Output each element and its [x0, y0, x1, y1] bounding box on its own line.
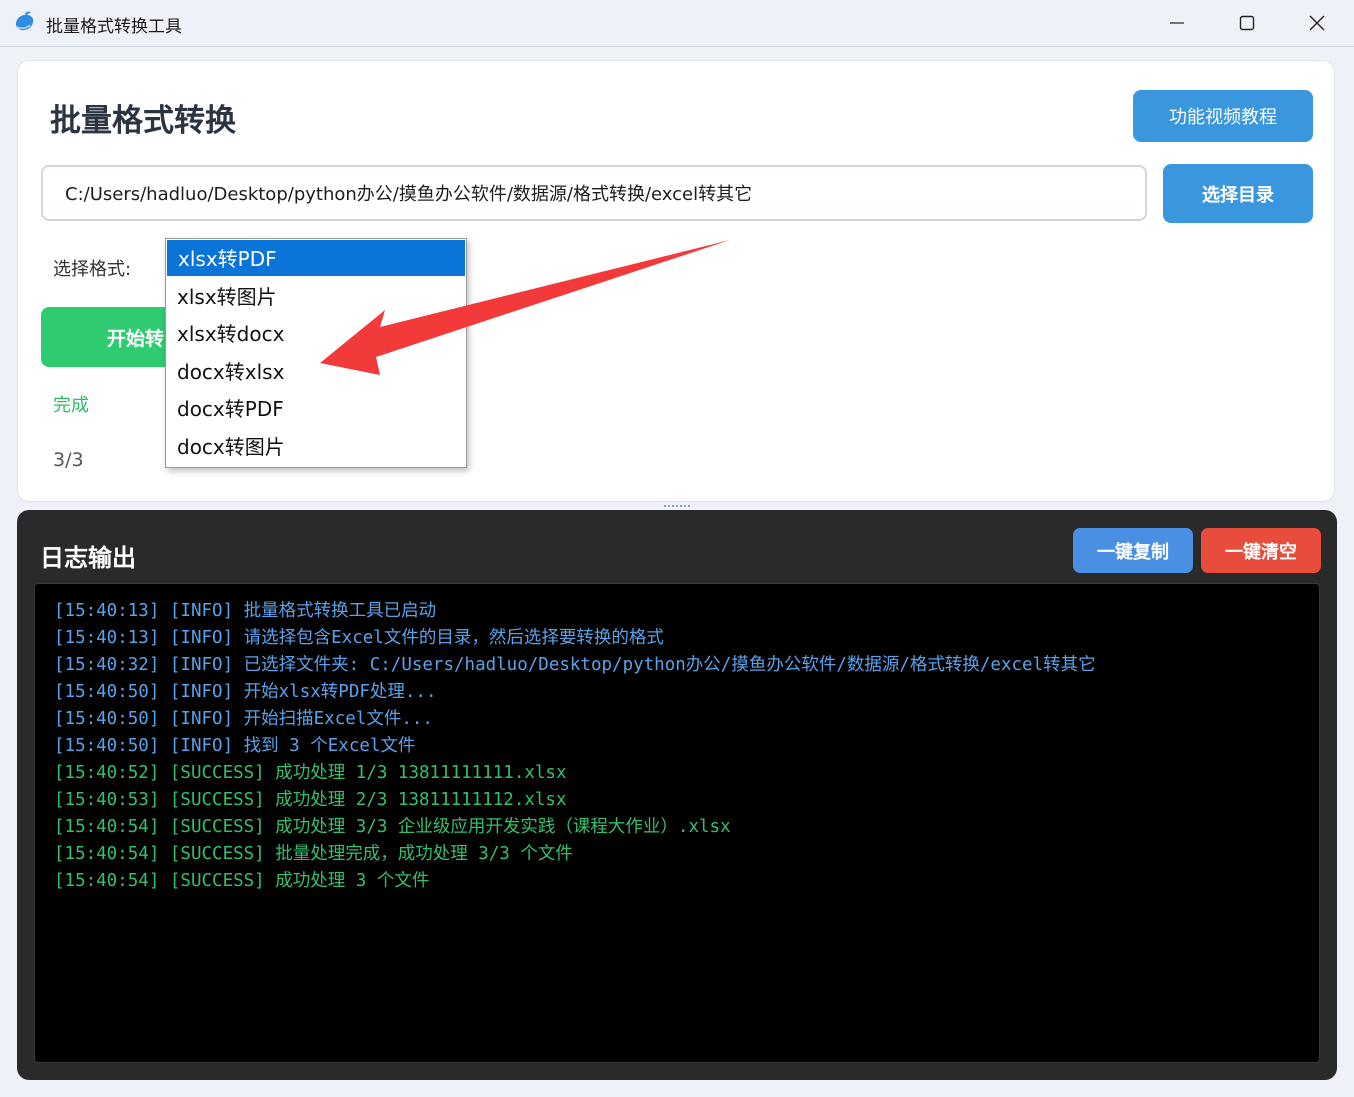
maximize-button[interactable] [1212, 0, 1282, 46]
log-line: [15:40:32] [INFO] 已选择文件夹: C:/Users/hadlu… [54, 655, 1096, 675]
log-line: [15:40:54] [SUCCESS] 成功处理 3 个文件 [54, 871, 430, 891]
minimize-button[interactable] [1142, 0, 1212, 46]
minimize-icon [1170, 22, 1184, 24]
log-line: [15:40:50] [INFO] 开始扫描Excel文件... [54, 709, 433, 729]
log-line: [15:40:52] [SUCCESS] 成功处理 1/3 1381111111… [54, 763, 567, 783]
format-option[interactable]: docx转图片 [166, 427, 466, 465]
video-tutorial-button[interactable]: 功能视频教程 [1133, 90, 1313, 142]
log-line: [15:40:54] [SUCCESS] 成功处理 3/3 企业级应用开发实践（… [54, 817, 731, 837]
directory-path-input[interactable]: C:/Users/hadluo/Desktop/python办公/摸鱼办公软件/… [41, 165, 1147, 221]
status-text: 完成 [53, 395, 89, 416]
directory-path-value: C:/Users/hadluo/Desktop/python办公/摸鱼办公软件/… [65, 184, 753, 205]
copy-log-button[interactable]: 一键复制 [1073, 528, 1193, 573]
format-option[interactable]: docx转xlsx [166, 352, 466, 390]
select-directory-button[interactable]: 选择目录 [1163, 164, 1313, 223]
log-line: [15:40:50] [INFO] 开始xlsx转PDF处理... [54, 682, 437, 702]
close-button[interactable] [1282, 0, 1352, 46]
log-output[interactable]: [15:40:13] [INFO] 批量格式转换工具已启动 [15:40:13]… [34, 583, 1320, 1063]
app-icon [16, 11, 34, 31]
page-title: 批量格式转换 [50, 103, 236, 139]
format-option[interactable]: xlsx转PDF [167, 240, 465, 276]
log-line: [15:40:54] [SUCCESS] 批量处理完成，成功处理 3/3 个文件 [54, 844, 573, 864]
format-label: 选择格式: [53, 259, 132, 280]
progress-count: 3/3 [53, 449, 84, 471]
maximize-icon [1239, 15, 1255, 31]
start-convert-label: 开始转 [107, 327, 165, 350]
window-title: 批量格式转换工具 [46, 17, 182, 37]
log-line: [15:40:13] [INFO] 批量格式转换工具已启动 [54, 601, 437, 621]
format-option[interactable]: docx转PDF [166, 389, 466, 427]
format-dropdown-list[interactable]: xlsx转PDF xlsx转图片 xlsx转docx docx转xlsx doc… [165, 238, 467, 468]
title-bar: 批量格式转换工具 [0, 0, 1354, 47]
format-option[interactable]: xlsx转图片 [166, 277, 466, 315]
format-option[interactable]: xlsx转docx [166, 314, 466, 352]
close-icon [1309, 15, 1325, 31]
log-line: [15:40:50] [INFO] 找到 3 个Excel文件 [54, 736, 416, 756]
log-line: [15:40:13] [INFO] 请选择包含Excel文件的目录，然后选择要转… [54, 628, 664, 648]
log-panel: 日志输出 一键复制 一键清空 [15:40:13] [INFO] 批量格式转换工… [17, 510, 1337, 1080]
log-line: [15:40:53] [SUCCESS] 成功处理 2/3 1381111111… [54, 790, 567, 810]
log-title: 日志输出 [40, 544, 136, 572]
clear-log-button[interactable]: 一键清空 [1201, 528, 1321, 573]
